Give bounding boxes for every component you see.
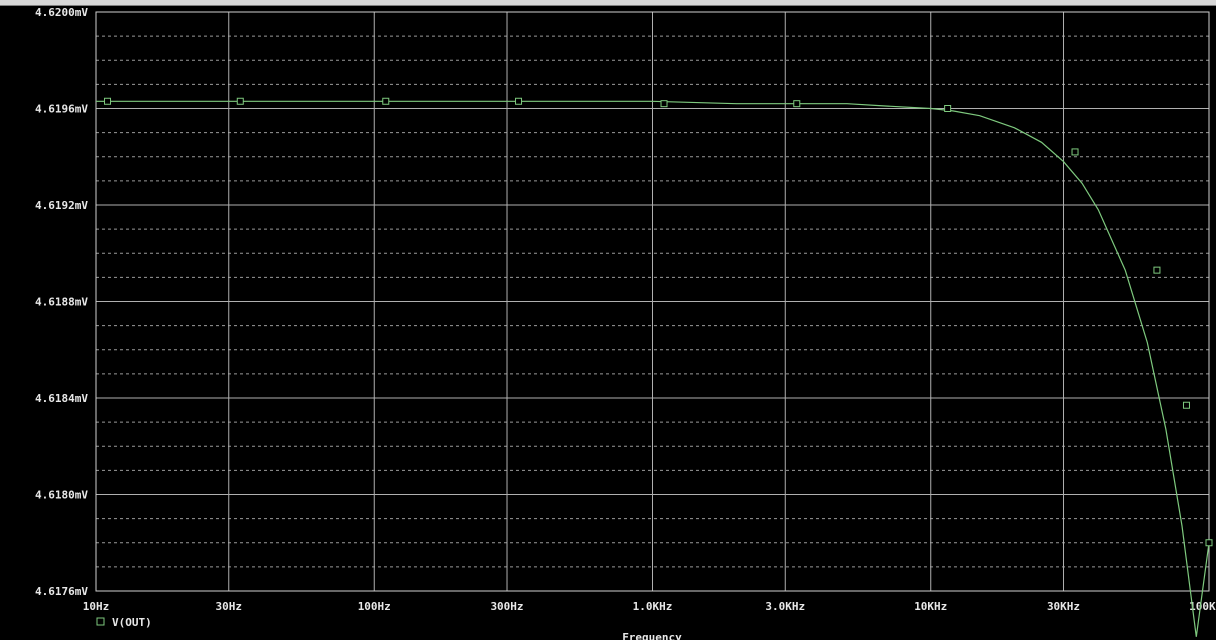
frequency-response-chart: 4.6200mV 4.6196mV 4.6192mV 4.6188mV 4.6184mV… [35, 6, 1216, 640]
legend-label: V(OUT) [112, 616, 152, 629]
series-marker [104, 97, 112, 105]
x-tick-label: 10KHz [914, 600, 947, 613]
series-marker [382, 97, 390, 105]
y-tick-label: 4.6196mV [35, 103, 88, 116]
x-tick-label: 100Hz [358, 600, 391, 613]
series-marker [515, 97, 523, 105]
y-axis-ticks: 4.6200mV 4.6196mV 4.6192mV 4.6188mV 4.6184mV… [35, 6, 88, 598]
series-marker [1205, 539, 1213, 547]
series-marker [1071, 148, 1079, 156]
series-marker [660, 100, 668, 108]
legend-marker-icon [96, 617, 105, 626]
x-axis-label: Frequency [622, 631, 682, 640]
x-tick-label: 3.0KHz [765, 600, 805, 613]
x-tick-label: 10Hz [83, 600, 110, 613]
series-v-out [96, 97, 1213, 637]
y-tick-label: 4.6200mV [35, 6, 88, 19]
series-marker [236, 97, 244, 105]
grid [95, 11, 1210, 592]
y-tick-label: 4.6192mV [35, 199, 88, 212]
series-marker [793, 100, 801, 108]
y-tick-label: 4.6176mV [35, 585, 88, 598]
x-tick-label: 30KHz [1047, 600, 1080, 613]
x-axis-ticks: 10Hz 30Hz 100Hz 300Hz 1.0KHz 3.0KHz 10KHz 30KHz… [83, 600, 1216, 613]
x-tick-label: 1.0KHz [633, 600, 673, 613]
x-tick-label: 300Hz [490, 600, 523, 613]
series-marker [1182, 401, 1190, 409]
y-tick-label: 4.6180mV [35, 489, 88, 502]
series-marker [1153, 266, 1161, 274]
series-marker [944, 105, 952, 112]
x-tick-label: 30Hz [216, 600, 243, 613]
y-tick-label: 4.6188mV [35, 296, 88, 309]
y-tick-label: 4.6184mV [35, 392, 88, 405]
